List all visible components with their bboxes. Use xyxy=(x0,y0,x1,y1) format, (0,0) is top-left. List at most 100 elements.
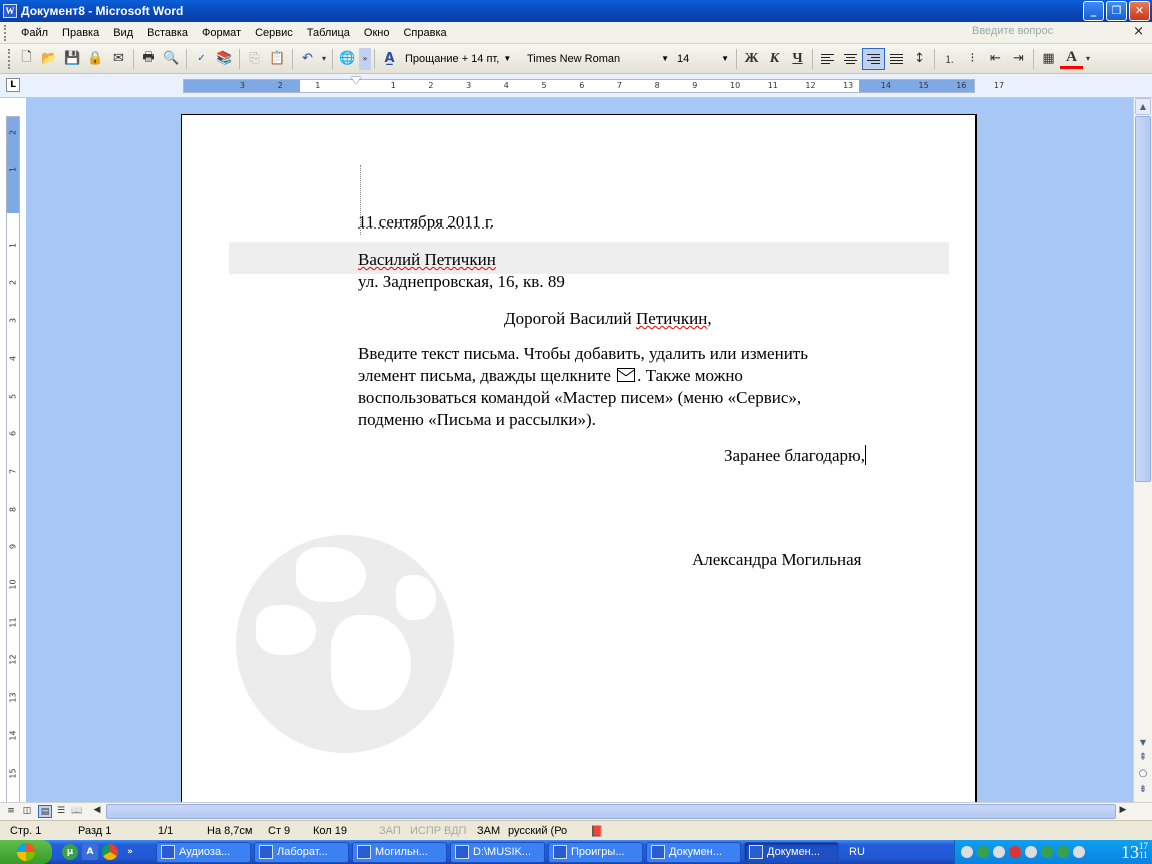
web-layout-icon[interactable]: ◫ xyxy=(20,805,34,818)
body-line-4[interactable]: подменю «Письма и рассылки»). xyxy=(358,409,596,431)
menu-grip[interactable] xyxy=(4,24,8,41)
paste-icon[interactable]: 📋 xyxy=(266,48,289,70)
scroll-left-icon[interactable]: ◀ xyxy=(90,804,104,817)
status-record[interactable]: ЗАП xyxy=(379,825,401,837)
reading-layout-icon[interactable]: 📖 xyxy=(70,805,84,818)
app-icon[interactable]: A xyxy=(82,844,98,860)
permission-icon[interactable]: 🔒 xyxy=(84,48,107,70)
start-button[interactable] xyxy=(0,840,52,864)
chrome-icon[interactable] xyxy=(102,844,118,860)
menu-edit[interactable]: Правка xyxy=(55,23,106,43)
copy-icon[interactable]: ⎘ xyxy=(243,48,266,70)
hyperlink-icon[interactable]: 🌐 xyxy=(336,48,359,70)
styles-pane-icon[interactable]: A̲ xyxy=(378,48,401,70)
print-layout-icon[interactable]: ▤ xyxy=(38,805,52,818)
bullets-icon[interactable]: ⁝ xyxy=(961,48,984,70)
align-center-icon[interactable] xyxy=(839,48,862,70)
style-dropdown[interactable]: Прощание + 14 пт, ▼ xyxy=(401,49,523,69)
taskbar-task[interactable]: Проигры... xyxy=(548,841,643,863)
horizontal-scroll-thumb[interactable] xyxy=(106,804,1116,819)
scroll-right-icon[interactable]: ▶ xyxy=(1116,804,1130,817)
minimize-button[interactable]: _ xyxy=(1083,1,1104,21)
normal-view-icon[interactable]: ≡ xyxy=(4,805,18,818)
envelope-icon[interactable] xyxy=(617,368,636,382)
vertical-scrollbar[interactable]: ▲ ▼ ⇞ ○ ⇟ xyxy=(1133,98,1152,804)
document-close-icon[interactable]: × xyxy=(1133,24,1144,39)
clock[interactable]: 13 17 11 xyxy=(1121,842,1148,863)
horizontal-ruler[interactable]: 3 2 1 1 2 3 4 5 6 7 8 9 10 11 12 13 14 15 16 17 xyxy=(183,77,1004,93)
letter-date[interactable]: 11 сентября 2011 г. xyxy=(358,211,494,233)
status-track-changes[interactable]: ИСПР xyxy=(410,825,441,837)
italic-button[interactable]: К xyxy=(763,48,786,70)
toolbar-options-icon[interactable]: » xyxy=(359,47,371,70)
font-color-dropdown-icon[interactable]: ▾ xyxy=(1083,48,1093,70)
tray-icon[interactable] xyxy=(977,846,989,858)
menu-insert[interactable]: Вставка xyxy=(140,23,195,43)
font-dropdown[interactable]: Times New Roman ▼ xyxy=(523,49,673,69)
print-preview-icon[interactable]: 🔍 xyxy=(160,48,183,70)
language-indicator[interactable]: RU xyxy=(849,846,865,858)
tab-selector[interactable]: L xyxy=(6,78,20,92)
page[interactable]: 11 сентября 2011 г. Василий Петичкин ул.… xyxy=(181,114,977,802)
menu-help[interactable]: Справка xyxy=(396,23,453,43)
vertical-scroll-thumb[interactable] xyxy=(1135,116,1151,482)
open-folder-icon[interactable]: 📂 xyxy=(38,48,61,70)
save-icon[interactable]: 💾 xyxy=(61,48,84,70)
bold-button[interactable]: Ж xyxy=(740,48,763,70)
quick-launch-more-icon[interactable]: » xyxy=(122,844,138,860)
tray-icon[interactable] xyxy=(1057,846,1069,858)
body-line-2[interactable]: элемент письма, дважды щелкните . Также … xyxy=(358,365,743,387)
taskbar-task[interactable]: D:\MUSIK... xyxy=(450,841,545,863)
menu-tools[interactable]: Сервис xyxy=(248,23,300,43)
body-line-1[interactable]: Введите текст письма. Чтобы добавить, уд… xyxy=(358,343,808,365)
maximize-button[interactable]: ❐ xyxy=(1106,1,1127,21)
tray-icon[interactable] xyxy=(1009,846,1021,858)
font-color-icon[interactable]: A xyxy=(1060,49,1083,69)
utorrent-icon[interactable]: µ xyxy=(62,844,78,860)
align-left-icon[interactable] xyxy=(816,48,839,70)
menu-table[interactable]: Таблица xyxy=(300,23,357,43)
recipient-address[interactable]: ул. Заднепровская, 16, кв. 89 xyxy=(358,271,565,293)
spelling-icon[interactable]: ✓ xyxy=(190,48,213,70)
align-right-icon[interactable] xyxy=(862,47,885,70)
font-size-dropdown[interactable]: 14 ▼ xyxy=(673,49,733,69)
word-app-icon[interactable]: W xyxy=(3,4,17,18)
numbering-icon[interactable]: ⒈ xyxy=(938,48,961,70)
taskbar-task[interactable]: Лаборат... xyxy=(254,841,349,863)
menu-window[interactable]: Окно xyxy=(357,23,397,43)
horizontal-scrollbar[interactable]: ◀ ▶ xyxy=(90,804,1130,819)
research-icon[interactable]: 📚 xyxy=(213,48,236,70)
increase-indent-icon[interactable]: ⇥ xyxy=(1007,48,1030,70)
taskbar-task[interactable]: Докумен... xyxy=(646,841,741,863)
menu-format[interactable]: Формат xyxy=(195,23,248,43)
close-button[interactable]: ✕ xyxy=(1129,1,1150,21)
toolbar-grip[interactable] xyxy=(8,48,11,69)
status-language[interactable]: русский (Ро xyxy=(508,825,567,837)
scroll-up-icon[interactable]: ▲ xyxy=(1135,98,1151,115)
taskbar-task[interactable]: Могильн... xyxy=(352,841,447,863)
new-document-icon[interactable]: 🗋 xyxy=(15,48,38,70)
menu-view[interactable]: Вид xyxy=(106,23,140,43)
signature[interactable]: Александра Могильная xyxy=(692,549,861,571)
status-extend[interactable]: ВДП xyxy=(444,825,466,837)
menu-file[interactable]: Файл xyxy=(14,23,55,43)
first-line-indent-marker[interactable] xyxy=(351,77,361,84)
email-icon[interactable]: ✉ xyxy=(107,48,130,70)
network-icon[interactable] xyxy=(1073,846,1085,858)
line-spacing-icon[interactable]: ↕ xyxy=(908,48,931,70)
salutation[interactable]: Дорогой Василий Петичкин, xyxy=(504,308,712,330)
next-page-icon[interactable]: ⇟ xyxy=(1135,782,1151,799)
tray-icon[interactable] xyxy=(1041,846,1053,858)
tray-icon[interactable] xyxy=(961,846,973,858)
taskbar-task[interactable]: Аудиоза... xyxy=(156,841,251,863)
recipient-name[interactable]: Василий Петичкин xyxy=(358,249,496,271)
body-line-3[interactable]: воспользоваться командой «Мастер писем» … xyxy=(358,387,801,409)
undo-dropdown-icon[interactable]: ▾ xyxy=(319,48,329,70)
decrease-indent-icon[interactable]: ⇤ xyxy=(984,48,1007,70)
undo-icon[interactable]: ↶ xyxy=(296,48,319,70)
borders-icon[interactable]: ▦ xyxy=(1037,48,1060,70)
title-bar[interactable]: W Документ8 - Microsoft Word _ ❐ ✕ xyxy=(0,0,1152,22)
status-overtype[interactable]: ЗАМ xyxy=(477,825,500,837)
select-browse-object-icon[interactable]: ○ xyxy=(1135,766,1151,783)
closing[interactable]: Заранее благодарю, xyxy=(724,445,867,467)
